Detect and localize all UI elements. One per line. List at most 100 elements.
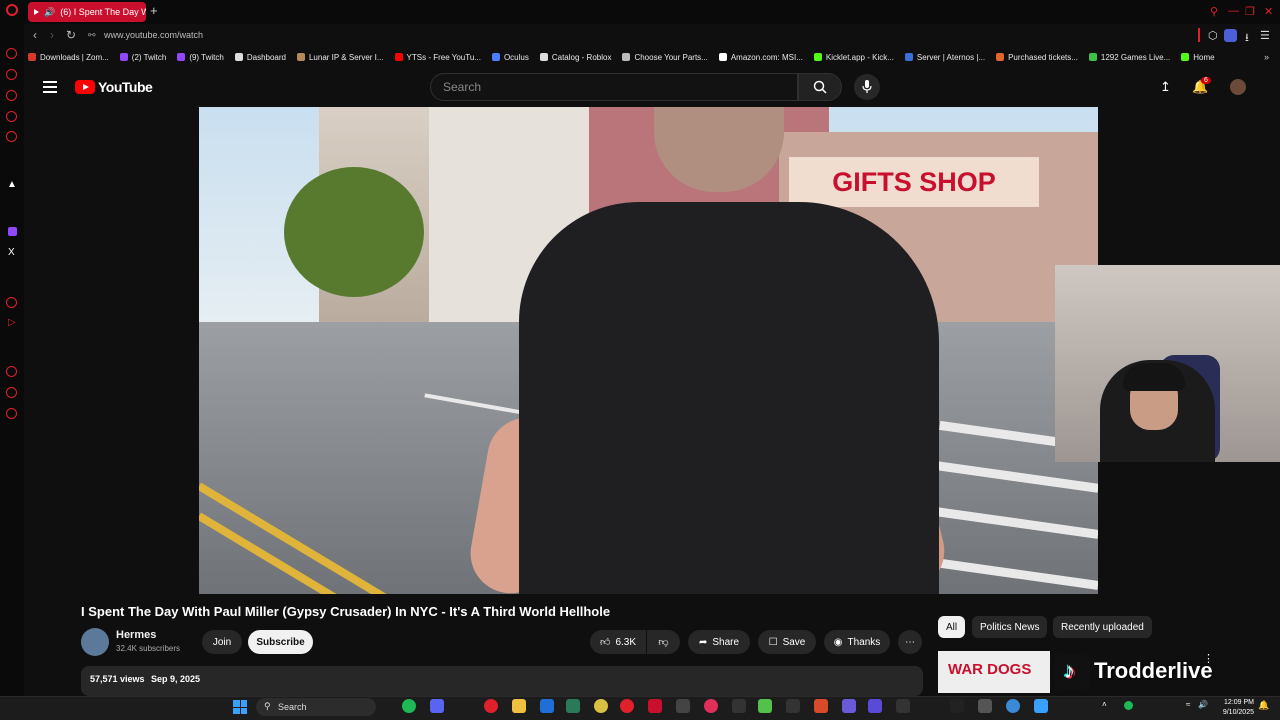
speaker-icon[interactable]: 🔊 [44,7,55,18]
chip-recently-uploaded[interactable]: Recently uploaded [1053,616,1152,638]
chip-all[interactable]: All [938,616,966,638]
settings-icon[interactable] [6,408,17,419]
close-window-button[interactable]: ✕ [1264,5,1273,18]
sidebar-app-icon[interactable] [6,111,17,122]
bookmark-item[interactable]: Dashboard [234,53,286,62]
browser-tab-active[interactable]: 🔊 (6) I Spent The Day W [28,2,146,22]
site-info-icon[interactable]: ⚯ [88,30,96,41]
clock[interactable]: 12:09 PM 9/10/2025 [1212,698,1254,718]
search-tabs-icon[interactable]: ⚲ [1210,5,1218,18]
taskbar-search[interactable]: ⚲ Search [256,698,376,716]
app-icon[interactable] [732,699,746,713]
app-icon[interactable] [676,699,690,713]
bookmark-item[interactable]: Purchased tickets... [996,53,1078,62]
bookmark-item[interactable]: Choose Your Parts... [622,53,708,62]
chrome-icon[interactable] [484,699,498,713]
search-button[interactable] [798,73,842,101]
minecraft-icon[interactable] [758,699,772,713]
sidebar-x-icon[interactable]: X [8,247,15,258]
join-button[interactable]: Join [202,630,242,654]
opera-logo-icon[interactable] [6,4,18,16]
bookmark-item[interactable]: Home [1181,53,1215,62]
subscribe-button[interactable]: Subscribe [248,630,313,654]
app-icon[interactable] [594,699,608,713]
opera-taskbar-icon[interactable] [620,699,634,713]
more-actions-button[interactable]: ⋯ [898,630,922,654]
app-icon[interactable] [814,699,828,713]
address-input[interactable]: www.youtube.com/watch [104,30,203,40]
sidebar-app-icon[interactable] [6,48,17,59]
sidebar-app-icon[interactable] [6,131,17,142]
bookmark-item[interactable]: Lunar IP & Server I... [296,53,384,62]
sidebar-app-icon[interactable] [6,69,17,80]
sidebar-app-icon[interactable] [6,90,17,101]
channel-avatar[interactable] [81,628,109,656]
maximize-button[interactable]: ❐ [1245,5,1255,18]
app-icon[interactable] [868,699,882,713]
search-input[interactable] [441,79,775,95]
sidebar-app-icon[interactable] [6,297,17,308]
sidebar-player-icon[interactable]: ▷ [8,317,16,328]
thanks-button[interactable]: ◉ Thanks [824,630,890,654]
app-icon[interactable] [786,699,800,713]
app-icon[interactable] [1034,699,1048,713]
video-player[interactable]: GIFTS SHOP [199,107,1098,594]
save-button[interactable]: ☐ Save [758,630,816,654]
app-icon[interactable] [1006,699,1020,713]
app-icon[interactable] [950,699,964,713]
youtube-logo-icon[interactable] [75,80,95,94]
youtube-logo-text[interactable]: YouTube [98,79,153,95]
channel-name[interactable]: Hermes [116,629,156,641]
windows-start-icon[interactable] [233,700,247,714]
minimize-button[interactable]: — [1228,5,1239,17]
app-icon[interactable] [704,699,718,713]
menu-icon[interactable]: ☰ [1260,29,1270,42]
voice-search-button[interactable] [854,74,880,100]
search-box[interactable] [430,73,798,101]
youtube-taskbar-icon[interactable] [648,699,662,713]
download-icon[interactable]: ⭳ [1245,29,1249,48]
extension-icon[interactable] [1224,29,1237,42]
bookmark-item[interactable]: Catalog - Roblox [539,53,611,62]
notification-center-icon[interactable]: 🔔 [1258,700,1269,711]
app-icon[interactable] [896,699,910,713]
hamburger-menu-icon[interactable] [43,81,57,96]
editor-icon[interactable] [540,699,554,713]
dislike-button[interactable]: 👎︎ [647,630,680,654]
sidebar-app-icon[interactable] [6,387,17,398]
share-button[interactable]: ➦ Share [688,630,750,654]
spotify-icon[interactable] [402,699,416,713]
discord-icon[interactable] [430,699,444,713]
bookmarks-overflow-icon[interactable]: » [1264,52,1269,62]
bookmark-item[interactable]: 1292 Games Live... [1088,53,1170,62]
sidebar-history-icon[interactable] [6,366,17,377]
bookmark-item[interactable]: (9) Twitch [177,53,224,62]
bookmark-item[interactable]: Oculus [491,53,529,62]
chip-politics-news[interactable]: Politics News [972,616,1048,638]
bookmark-item[interactable]: Amazon.com: MSI... [718,53,803,62]
bookmark-item[interactable]: YTSs - Free YouTu... [394,53,481,62]
bookmark-item[interactable]: (2) Twitch [119,53,166,62]
volume-icon[interactable]: 🔊 [1198,700,1208,709]
bookmark-item[interactable]: Downloads | Zom... [28,53,109,62]
reload-icon[interactable]: ↻ [66,28,76,42]
new-tab-button[interactable]: + [150,3,158,18]
account-avatar[interactable] [1230,79,1246,95]
like-button[interactable]: 👍︎ 6.3K [590,630,646,654]
wifi-icon[interactable]: ≈ [1186,700,1190,709]
sidebar-twitch-icon[interactable] [8,227,17,236]
upload-icon[interactable]: ↥ [1160,79,1171,95]
bookmark-item[interactable]: Server | Aternos |... [904,53,985,62]
sidebar-aria-icon[interactable]: ▲ [7,179,17,190]
extensions-icon[interactable]: ⬡ [1208,29,1218,42]
forward-icon[interactable]: › [50,28,54,42]
file-explorer-icon[interactable] [512,699,526,713]
app-icon[interactable] [978,699,992,713]
tray-overflow-icon[interactable]: ˄ [1102,700,1107,709]
recommended-video-thumbnail[interactable]: WAR DOGS [938,651,1050,693]
app-icon[interactable] [842,699,856,713]
bookmark-item[interactable]: Kicklet.app - Kick... [813,53,894,62]
back-icon[interactable]: ‹ [33,28,37,42]
app-icon[interactable] [566,699,580,713]
spotify-tray-icon[interactable] [1124,701,1133,710]
